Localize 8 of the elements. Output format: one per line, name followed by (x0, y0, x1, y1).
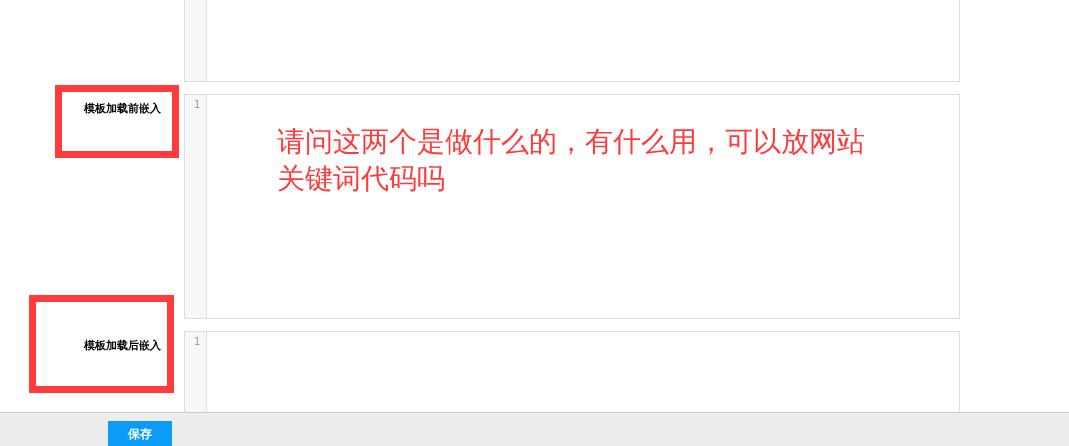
line-number: 1 (193, 336, 200, 347)
save-button[interactable]: 保存 (108, 421, 172, 446)
line-number: 1 (193, 99, 200, 110)
code-editor[interactable]: 1 请问这两个是做什么的，有什么用，可以放网站关键词代码吗 (184, 94, 960, 319)
code-editor[interactable]: 1 (184, 331, 960, 412)
field-label: 模板加载后嵌入 (84, 338, 161, 353)
field-label: 模板加载前嵌入 (84, 101, 161, 116)
annotation-note: 请问这两个是做什么的，有什么用，可以放网站关键词代码吗 (277, 124, 866, 197)
